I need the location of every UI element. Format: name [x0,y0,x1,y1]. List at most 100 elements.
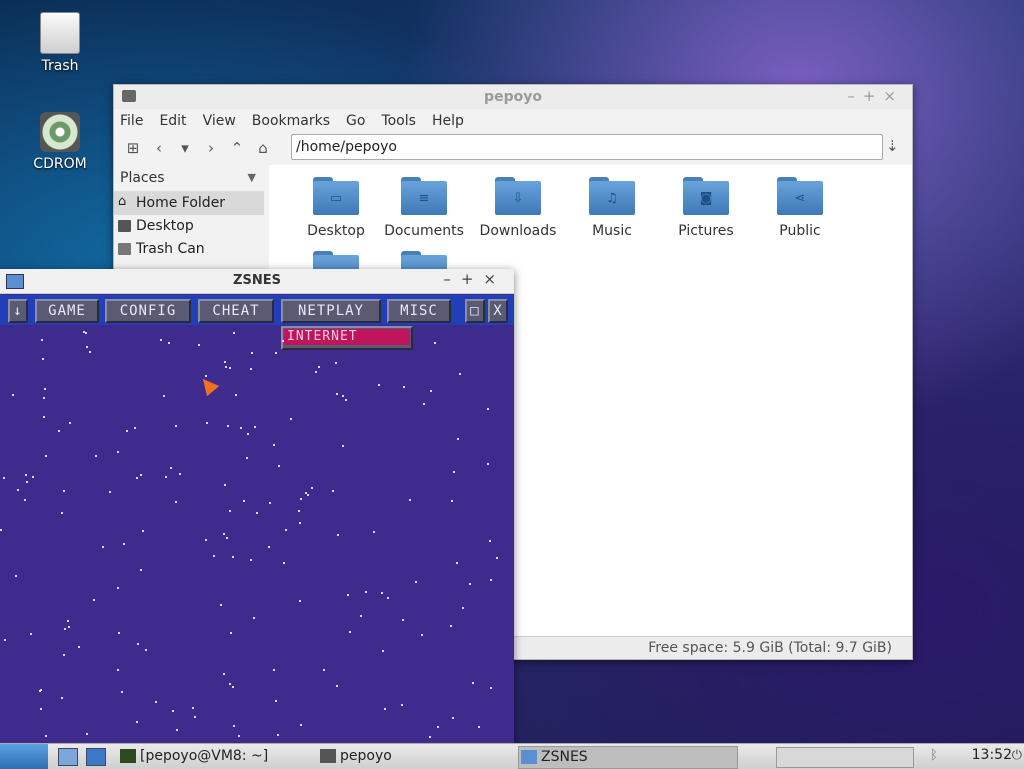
menu-item-internet[interactable]: INTERNET [284,329,410,345]
star [305,492,307,494]
star [223,673,225,675]
folder-pictures[interactable]: ◙ Pictures [659,177,753,239]
places-header-label: Places [120,170,165,186]
menu-bookmarks[interactable]: Bookmarks [252,113,330,129]
power-icon[interactable]: ⏻ [1012,748,1022,763]
places-header[interactable]: Places ▼ [114,165,264,192]
star [224,361,226,363]
zsnes-arrow-button[interactable]: ↓ [8,299,28,323]
star [15,575,17,577]
star [85,332,87,334]
folder-partial[interactable] [377,251,471,271]
folder-music[interactable]: ♫ Music [565,177,659,239]
star [430,390,432,392]
zsnes-menu-netplay[interactable]: NETPLAY [281,299,381,323]
folder-desktop[interactable]: ▭ Desktop [289,177,383,239]
star [64,628,66,630]
star [254,426,256,428]
star [451,500,453,502]
go-icon[interactable]: ⇣ [886,137,899,155]
show-desktop-icon[interactable] [58,748,78,766]
star [24,499,26,501]
star [450,625,452,627]
star [40,708,42,710]
star [299,522,301,524]
sidebar-item-home[interactable]: ⌂ Home Folder [114,192,264,215]
star [337,534,339,536]
zsnes-menu-config[interactable]: CONFIG [105,299,191,323]
star [61,512,63,514]
back-icon[interactable]: ‹ [146,139,172,157]
star [278,465,280,467]
task-file-manager[interactable]: pepoyo [318,746,530,767]
star [487,463,489,465]
zsnes-menu-cheat[interactable]: CHEAT [198,299,274,323]
star [256,512,258,514]
star [172,710,174,712]
sidebar-item-desktop[interactable]: Desktop [114,215,264,238]
new-tab-icon[interactable]: ⊞ [120,139,146,157]
star [235,394,237,396]
home-icon[interactable]: ⌂ [250,139,276,157]
star [68,626,70,628]
zsnes-menu-game[interactable]: GAME [35,299,99,323]
star [423,403,425,405]
sidebar-item-trash[interactable]: Trash Can [114,238,264,261]
desktop-icon-label: CDROM [33,156,87,172]
netplay-dropdown: INTERNET [281,326,413,350]
zsnes-window-buttons[interactable]: –+× [443,270,506,288]
menu-go[interactable]: Go [346,113,365,129]
zsnes-menu-misc[interactable]: MISC [387,299,451,323]
star [176,729,178,731]
desktop-icon-trash[interactable]: Trash [20,12,100,74]
menu-edit[interactable]: Edit [159,113,186,129]
star [78,646,80,648]
forward-icon[interactable]: › [198,139,224,157]
history-dropdown-icon[interactable]: ▾ [172,139,198,157]
task-zsnes[interactable]: ZSNES [518,746,738,769]
address-bar[interactable]: /home/pepoyo [291,134,883,160]
folder-partial[interactable] [289,251,383,271]
star [86,733,88,735]
menu-help[interactable]: Help [432,113,464,129]
up-icon[interactable]: ⌃ [224,139,250,157]
desktop-icon-cdrom[interactable]: CDROM [20,112,100,172]
start-menu-icon[interactable] [0,744,48,769]
star [93,599,95,601]
zsnes-minimize-button[interactable]: □ [465,299,485,323]
folder-icon: ◙ [683,177,729,215]
workspace-switcher[interactable] [776,747,914,768]
star [360,615,362,617]
task-terminal[interactable]: [pepoyo@VM8: ~] [118,746,330,767]
star [457,438,459,440]
zsnes-titlebar[interactable]: ZSNES –+× [0,269,514,294]
star [335,362,337,364]
clock[interactable]: 13:52 [972,747,1012,763]
fm-menubar: File Edit View Bookmarks Go Tools Help [114,109,912,133]
web-browser-icon[interactable] [86,748,106,766]
folder-label: Desktop [307,223,365,239]
star [229,367,231,369]
trash-icon [118,243,131,255]
fm-titlebar[interactable]: pepoyo –+× [114,85,912,109]
menu-tools[interactable]: Tools [381,113,416,129]
star [315,371,317,373]
star [229,510,231,512]
zsnes-close-button[interactable]: X [488,299,508,323]
star [233,332,235,334]
menu-view[interactable]: View [203,113,236,129]
star [229,683,231,685]
folder-documents[interactable]: ≡ Documents [377,177,471,239]
folder-downloads[interactable]: ⇩ Downloads [471,177,565,239]
fm-window-buttons[interactable]: –+× [847,87,904,105]
star [233,725,235,727]
star [194,716,196,718]
star [478,726,480,728]
bluetooth-icon[interactable]: ᛒ [930,748,938,763]
folder-public[interactable]: ⋖ Public [753,177,847,239]
star [30,633,32,635]
menu-file[interactable]: File [120,113,143,129]
sidebar-item-label: Trash Can [136,241,205,257]
star [170,467,172,469]
star [3,477,5,479]
